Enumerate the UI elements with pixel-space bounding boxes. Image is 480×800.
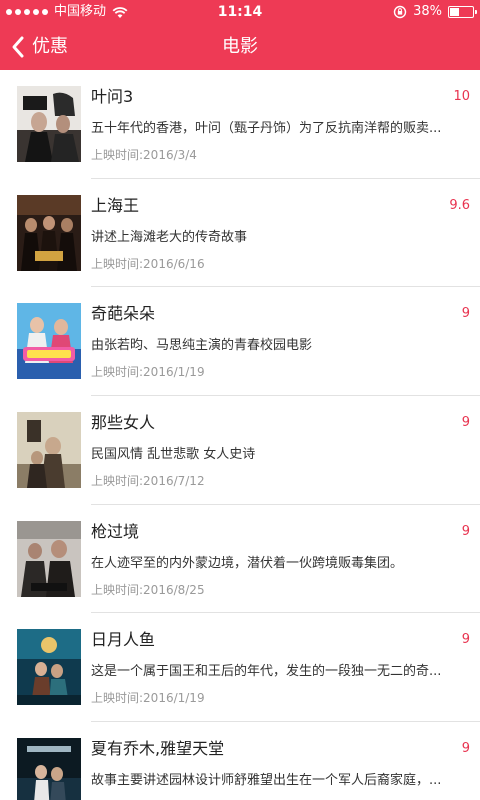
movie-poster (17, 194, 81, 271)
movie-release-date: 上映时间:2016/6/16 (91, 256, 205, 271)
movie-poster (17, 629, 81, 706)
movie-score: 9.6 (449, 197, 470, 213)
orientation-lock-icon (393, 5, 407, 19)
movie-title: 叶问3 (91, 87, 134, 106)
movie-description: 这是一个属于国王和王后的年代，发生的一段独一无二的奇... (91, 664, 442, 680)
movie-description: 民国风情 乱世悲歌 女人史诗 (91, 447, 256, 463)
movie-list-item[interactable]: 叶问3 10 五十年代的香港，叶问（甄子丹饰）为了反抗南洋帮的贩卖... 上映时… (0, 70, 480, 179)
battery-icon (448, 6, 477, 18)
page-title: 电影 (222, 36, 258, 57)
movie-release-date: 上映时间:2016/3/4 (91, 148, 197, 162)
movie-poster (17, 738, 81, 800)
movie-title: 上海王 (91, 195, 140, 215)
movie-poster (17, 412, 81, 489)
movie-score: 9 (461, 415, 470, 431)
movie-list-item[interactable]: 枪过境 9 在人迹罕至的内外蒙边境，潜伏着一伙跨境贩毒集团。 上映时间:2016… (0, 505, 480, 614)
movie-title: 那些女人 (91, 413, 156, 433)
movie-poster (17, 303, 81, 380)
movie-title: 夏有乔木,雅望天堂 (91, 739, 225, 759)
movie-score: 9 (461, 306, 470, 322)
movie-title: 枪过境 (91, 521, 140, 541)
movie-description: 故事主要讲述园林设计师舒雅望出生在一个军人后裔家庭，... (91, 773, 442, 789)
app-header: 中国移动 11:14 38% 优惠 电影 (0, 0, 480, 70)
movie-release-date: 上映时间:2016/7/12 (91, 474, 205, 489)
movie-score: 9 (461, 523, 470, 539)
movie-list-item[interactable]: 日月人鱼 9 这是一个属于国王和王后的年代，发生的一段独一无二的奇... 上映时… (0, 613, 480, 723)
nav-bar: 优惠 电影 (0, 24, 480, 70)
movie-score: 9 (461, 632, 470, 648)
movie-list-item[interactable]: 夏有乔木,雅望天堂 9 故事主要讲述园林设计师舒雅望出生在一个军人后裔家庭，..… (0, 722, 480, 800)
movie-description: 由张若昀、马思纯主演的青春校园电影 (91, 338, 313, 354)
movie-list-item[interactable]: 奇葩朵朵 9 由张若昀、马思纯主演的青春校园电影 上映时间:2016/1/19 (0, 287, 480, 397)
status-right: 38% (393, 3, 477, 21)
movie-release-date: 上映时间:2016/8/25 (91, 582, 205, 597)
movie-title: 奇葩朵朵 (91, 304, 156, 324)
battery-level (450, 8, 460, 16)
battery-percent: 38% (413, 4, 442, 19)
movie-list-item[interactable]: 那些女人 9 民国风情 乱世悲歌 女人史诗 上映时间:2016/7/12 (0, 396, 480, 505)
movie-score: 9 (461, 741, 470, 757)
movie-poster (17, 86, 81, 162)
movie-description: 五十年代的香港，叶问（甄子丹饰）为了反抗南洋帮的贩卖... (91, 121, 442, 136)
status-bar: 中国移动 11:14 38% (0, 0, 480, 24)
movie-release-date: 上映时间:2016/1/19 (91, 691, 205, 706)
movie-score: 10 (453, 89, 470, 104)
movie-list: 叶问3 10 五十年代的香港，叶问（甄子丹饰）为了反抗南洋帮的贩卖... 上映时… (0, 70, 480, 800)
battery-cap (475, 10, 477, 14)
movie-list-item[interactable]: 上海王 9.6 讲述上海滩老大的传奇故事 上映时间:2016/6/16 (0, 179, 480, 288)
movie-title: 日月人鱼 (91, 630, 156, 650)
movie-poster (17, 520, 81, 597)
movie-description: 在人迹罕至的内外蒙边境，潜伏着一伙跨境贩毒集团。 (91, 555, 404, 571)
movie-release-date: 上映时间:2016/1/19 (91, 365, 205, 380)
movie-description: 讲述上海滩老大的传奇故事 (91, 229, 248, 245)
